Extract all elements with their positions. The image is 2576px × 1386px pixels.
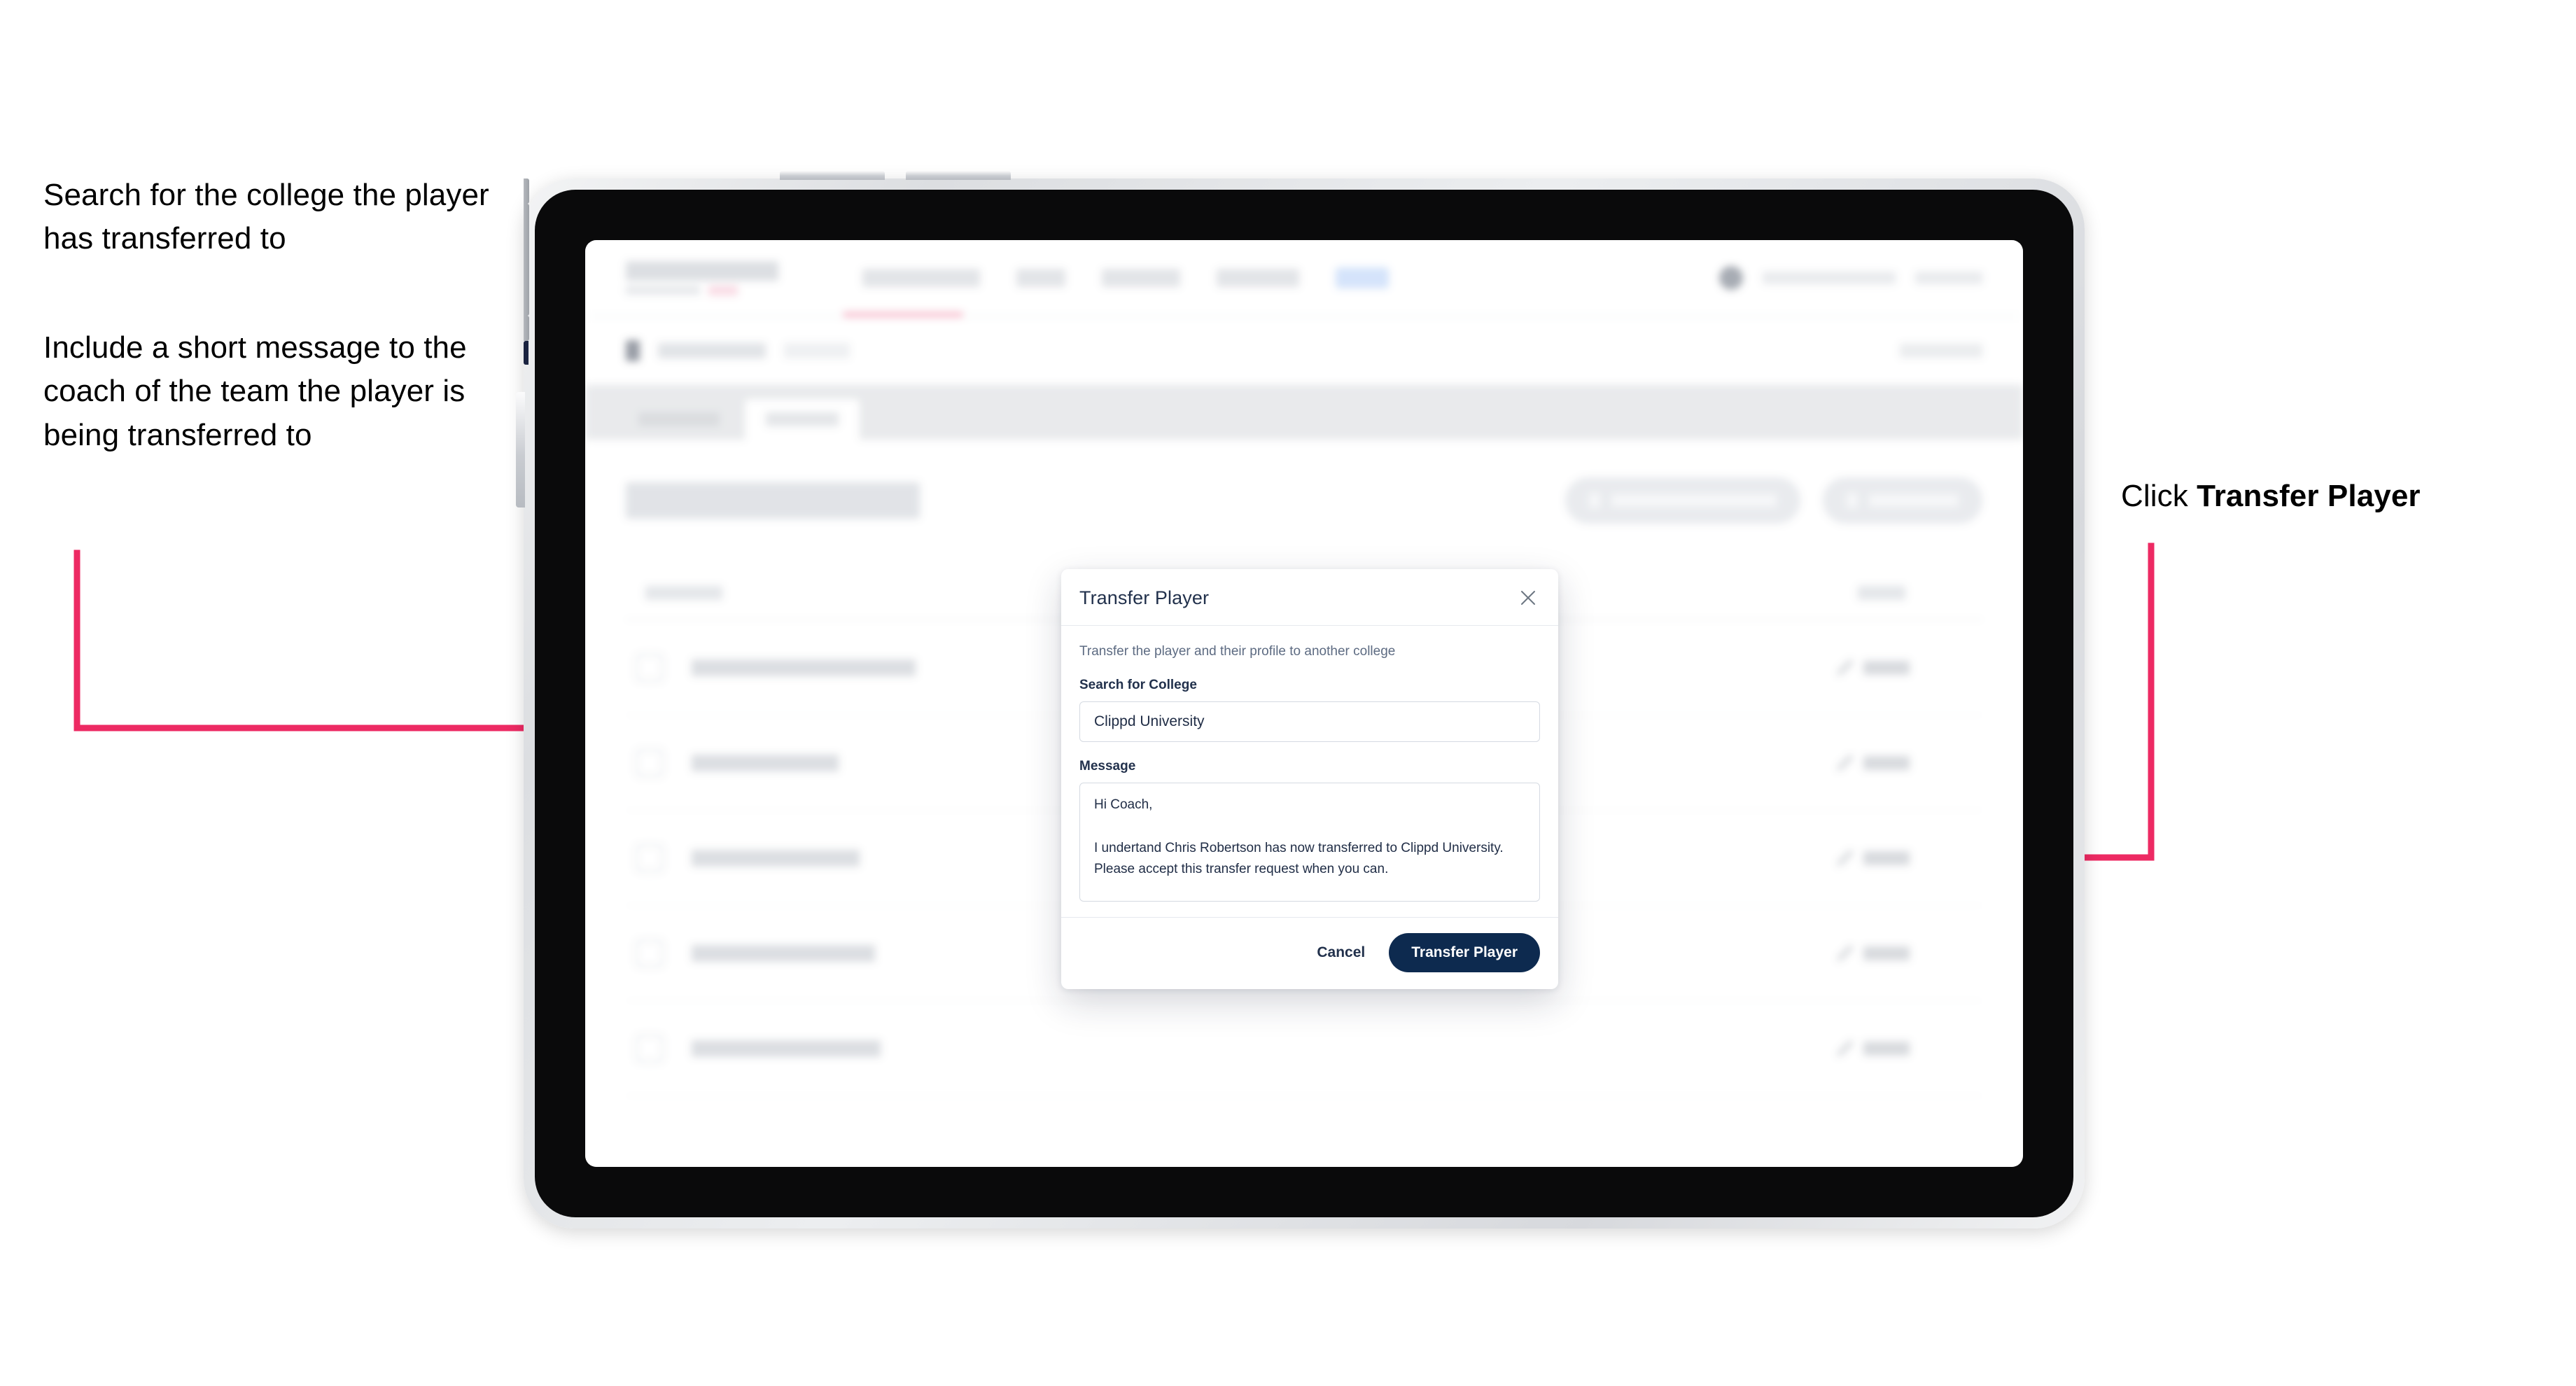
cancel-button[interactable]: Cancel (1314, 940, 1368, 965)
tablet-device: Transfer Player Transfer the player and … (516, 171, 2085, 1228)
volume-down-button[interactable] (906, 171, 1011, 180)
volume-up-button[interactable] (780, 171, 885, 180)
search-college-label: Search for College (1079, 678, 1197, 692)
annotation-click-emphasis: Transfer Player (2197, 479, 2421, 513)
annotation-include-message: Include a short message to the coach of … (43, 330, 467, 452)
dialog-body: Transfer the player and their profile to… (1061, 626, 1558, 917)
dialog-title: Transfer Player (1079, 587, 1210, 608)
camera-lens (524, 341, 528, 365)
side-button-middle[interactable] (524, 204, 529, 316)
field-search-college: Search for College (1079, 678, 1540, 742)
dialog-header: Transfer Player (1061, 569, 1558, 626)
dialog-description: Transfer the player and their profile to… (1079, 644, 1396, 659)
side-button-bottom[interactable] (524, 316, 529, 341)
close-icon[interactable] (1516, 586, 1540, 610)
power-button[interactable] (516, 392, 525, 507)
annotation-click-transfer: Click Transfer Player (2121, 475, 2555, 518)
message-textarea[interactable] (1079, 783, 1540, 902)
device-screen: Transfer Player Transfer the player and … (585, 240, 2023, 1167)
annotation-search-college: Search for the college the player has tr… (43, 178, 489, 256)
search-college-input[interactable] (1079, 701, 1540, 742)
transfer-player-button[interactable]: Transfer Player (1389, 933, 1540, 972)
annotation-click-prefix: Click (2121, 479, 2197, 513)
field-message: Message (1079, 759, 1540, 902)
message-label: Message (1079, 759, 1136, 774)
transfer-player-dialog: Transfer Player Transfer the player and … (1061, 569, 1558, 989)
dialog-footer: Cancel Transfer Player (1061, 917, 1558, 989)
device-bezel: Transfer Player Transfer the player and … (535, 190, 2073, 1217)
side-button-top[interactable] (524, 178, 529, 204)
